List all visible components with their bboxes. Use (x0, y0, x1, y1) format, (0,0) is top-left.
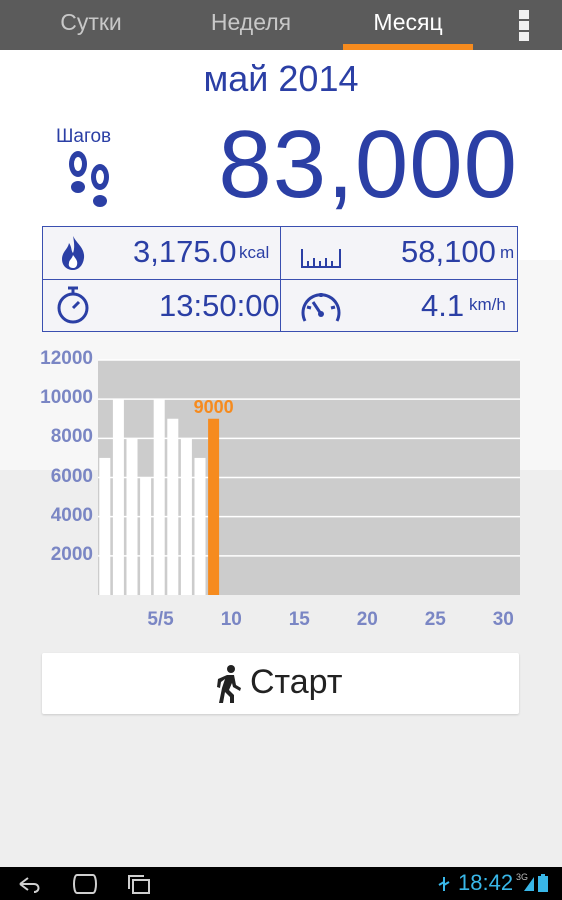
chart-bar[interactable] (99, 457, 111, 595)
recent-apps-icon[interactable] (124, 871, 154, 897)
menu-dot-icon (519, 10, 529, 19)
usb-notification-icon (438, 877, 450, 891)
steps-chart: 12000 10000 8000 6000 4000 2000 5/5 10 15 20 25 30… (0, 345, 562, 635)
active-tab-indicator (343, 44, 473, 50)
tab-week-label: Неделя (210, 9, 292, 35)
chart-bar-highlighted[interactable] (208, 418, 220, 595)
speedometer-icon (301, 293, 341, 322)
tab-month[interactable]: Месяц (343, 0, 473, 50)
overflow-menu-button[interactable] (512, 8, 536, 42)
back-icon[interactable] (16, 871, 44, 897)
top-tab-bar: Сутки Неделя Месяц (0, 0, 562, 50)
flame-icon (62, 236, 85, 270)
chart-bar[interactable] (126, 438, 138, 595)
calories-value: 3,175.0 (133, 234, 237, 269)
system-clock: 18:42 (458, 870, 514, 895)
stats-panel: 3,175.0 kcal 58,100 m 13:50:00 4.1 km/h (42, 226, 518, 332)
chart-bar[interactable] (140, 477, 152, 596)
tab-week[interactable]: Неделя (160, 0, 342, 50)
chart-data-label: 9000 (194, 397, 234, 417)
chart-bar[interactable] (194, 457, 206, 595)
system-navigation-bar: 18:42 3G (0, 867, 562, 900)
stats-divider (43, 279, 517, 280)
month-title: май 2014 (203, 58, 359, 99)
start-button-label: Старт (250, 663, 343, 701)
chart-bar[interactable] (180, 438, 192, 595)
chart-bar[interactable] (153, 399, 165, 595)
stopwatch-icon (57, 286, 89, 324)
speed-unit: km/h (469, 295, 506, 314)
menu-dot-icon (519, 21, 529, 30)
speed-value: 4.1 (421, 288, 465, 323)
duration-value: 13:50:00 (159, 288, 280, 323)
tab-month-label: Месяц (373, 9, 443, 35)
distance-unit: m (500, 243, 515, 262)
battery-icon (538, 874, 548, 892)
walking-person-icon (217, 665, 241, 703)
chart-bar[interactable] (167, 418, 179, 595)
tab-day-label: Сутки (60, 9, 122, 35)
chart-bar[interactable] (112, 399, 124, 595)
footprints-icon (69, 151, 109, 207)
calories-unit: kcal (239, 243, 270, 262)
steps-label: Шагов (56, 126, 112, 147)
distance-value: 58,100 (401, 234, 496, 269)
signal-icon (524, 877, 534, 891)
ruler-icon (301, 249, 341, 268)
steps-value: 83,000 (218, 111, 518, 218)
home-icon[interactable] (70, 871, 100, 897)
chart-plot: 9000 (98, 359, 520, 596)
start-button[interactable]: Старт (42, 653, 519, 714)
tab-day[interactable]: Сутки (0, 0, 182, 50)
menu-dot-icon (519, 32, 529, 41)
